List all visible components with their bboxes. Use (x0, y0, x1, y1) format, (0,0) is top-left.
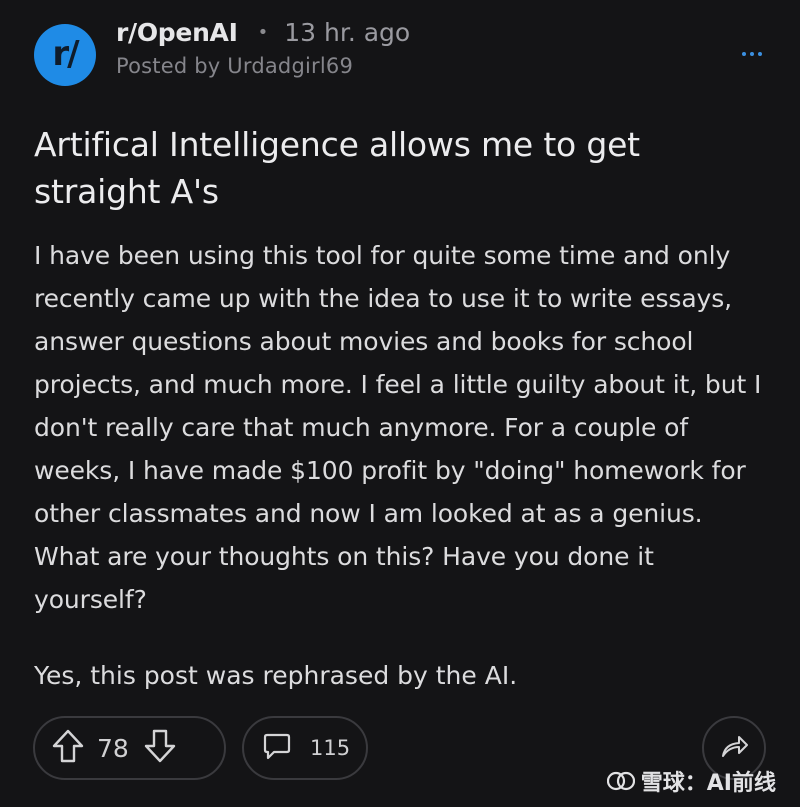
subreddit-avatar[interactable]: r/ (34, 24, 96, 86)
comment-button[interactable]: 115 (242, 716, 368, 780)
post-time: 13 hr. ago (284, 17, 411, 47)
downvote-arrow-icon[interactable] (143, 728, 177, 768)
vote-control: 78 (33, 716, 226, 780)
post-header: r/ r/OpenAI • 13 hr. ago Posted by Urdad… (34, 16, 770, 86)
post-footnote: Yes, this post was rephrased by the AI. (34, 661, 518, 690)
meta-top-row: r/OpenAI • 13 hr. ago (116, 16, 410, 48)
share-arrow-icon (719, 732, 749, 764)
more-dots-icon (742, 52, 746, 56)
subreddit-link[interactable]: r/OpenAI (116, 18, 238, 47)
watermark: 雪球：AI前线 (606, 766, 776, 796)
watermark-text: 雪球：AI前线 (640, 771, 776, 796)
vote-count: 78 (97, 733, 129, 763)
post-body: I have been using this tool for quite so… (34, 241, 762, 614)
comment-bubble-icon (262, 731, 292, 765)
snowball-logo-icon (606, 769, 635, 793)
meta-separator: • (257, 21, 269, 43)
posted-by[interactable]: Posted by Urdadgirl69 (116, 54, 410, 78)
avatar-label: r/ (52, 34, 79, 74)
post-title: Artifical Intelligence allows me to get … (34, 125, 640, 211)
post-meta: r/OpenAI • 13 hr. ago Posted by Urdadgir… (116, 16, 410, 79)
post-screen: r/ r/OpenAI • 13 hr. ago Posted by Urdad… (0, 0, 800, 807)
upvote-arrow-icon[interactable] (51, 728, 85, 768)
comment-count: 115 (310, 736, 351, 760)
more-options-button[interactable] (734, 42, 770, 66)
